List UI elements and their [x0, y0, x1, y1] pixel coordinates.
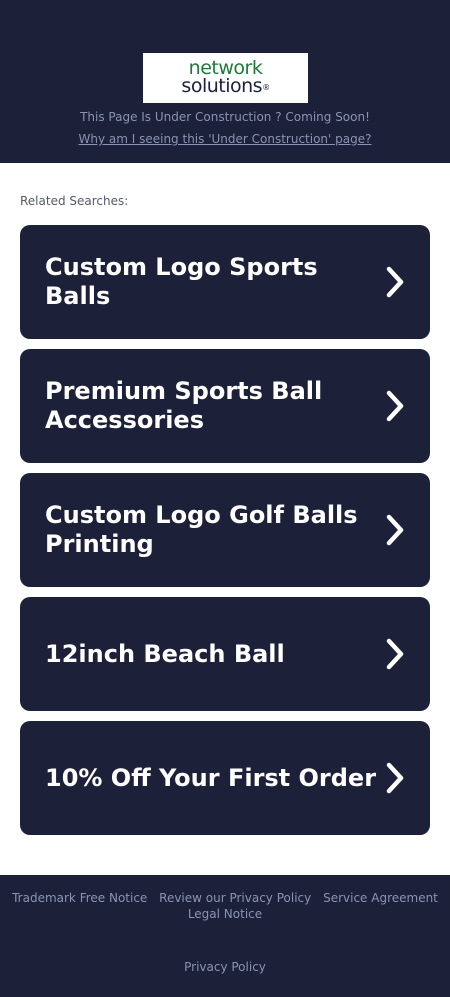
- footer-link-privacy-review[interactable]: Review our Privacy Policy: [159, 891, 311, 905]
- under-construction-text: This Page Is Under Construction ? Coming…: [80, 110, 370, 124]
- related-search-label: Premium Sports Ball Accessories: [45, 377, 323, 434]
- related-searches-label: Related Searches:: [20, 194, 129, 208]
- chevron-right-icon: [386, 266, 404, 298]
- header: network solutions® This Page Is Under Co…: [0, 0, 450, 163]
- logo-line-solutions: solutions®: [143, 76, 308, 96]
- logo-solutions-text: solutions: [181, 75, 263, 97]
- related-search-tile[interactable]: Custom Logo Sports Balls: [20, 225, 430, 339]
- footer-privacy-policy-link[interactable]: Privacy Policy: [0, 959, 450, 975]
- chevron-right-icon: [386, 638, 404, 670]
- related-search-tile[interactable]: Custom Logo Golf Balls Printing: [20, 473, 430, 587]
- related-search-label: 12inch Beach Ball: [45, 639, 285, 668]
- why-under-construction-link[interactable]: Why am I seeing this 'Under Construction…: [0, 131, 450, 147]
- footer-links: Trademark Free Notice Review our Privacy…: [0, 890, 450, 922]
- related-search-tile[interactable]: 12inch Beach Ball: [20, 597, 430, 711]
- logo-registered-mark: ®: [262, 83, 270, 92]
- footer-link-legal-notice[interactable]: Legal Notice: [188, 907, 262, 921]
- chevron-right-icon: [386, 390, 404, 422]
- footer-link-trademark[interactable]: Trademark Free Notice: [12, 891, 147, 905]
- related-search-label: Custom Logo Sports Balls: [45, 253, 318, 310]
- chevron-right-icon: [386, 762, 404, 794]
- related-search-tile[interactable]: Premium Sports Ball Accessories: [20, 349, 430, 463]
- chevron-right-icon: [386, 514, 404, 546]
- related-search-label: Custom Logo Golf Balls Printing: [45, 501, 358, 558]
- related-search-label: 10% Off Your First Order: [45, 763, 377, 792]
- related-search-tile[interactable]: 10% Off Your First Order: [20, 721, 430, 835]
- footer: Trademark Free Notice Review our Privacy…: [0, 875, 450, 997]
- network-solutions-logo[interactable]: network solutions®: [143, 53, 308, 103]
- footer-link-service-agreement[interactable]: Service Agreement: [323, 891, 438, 905]
